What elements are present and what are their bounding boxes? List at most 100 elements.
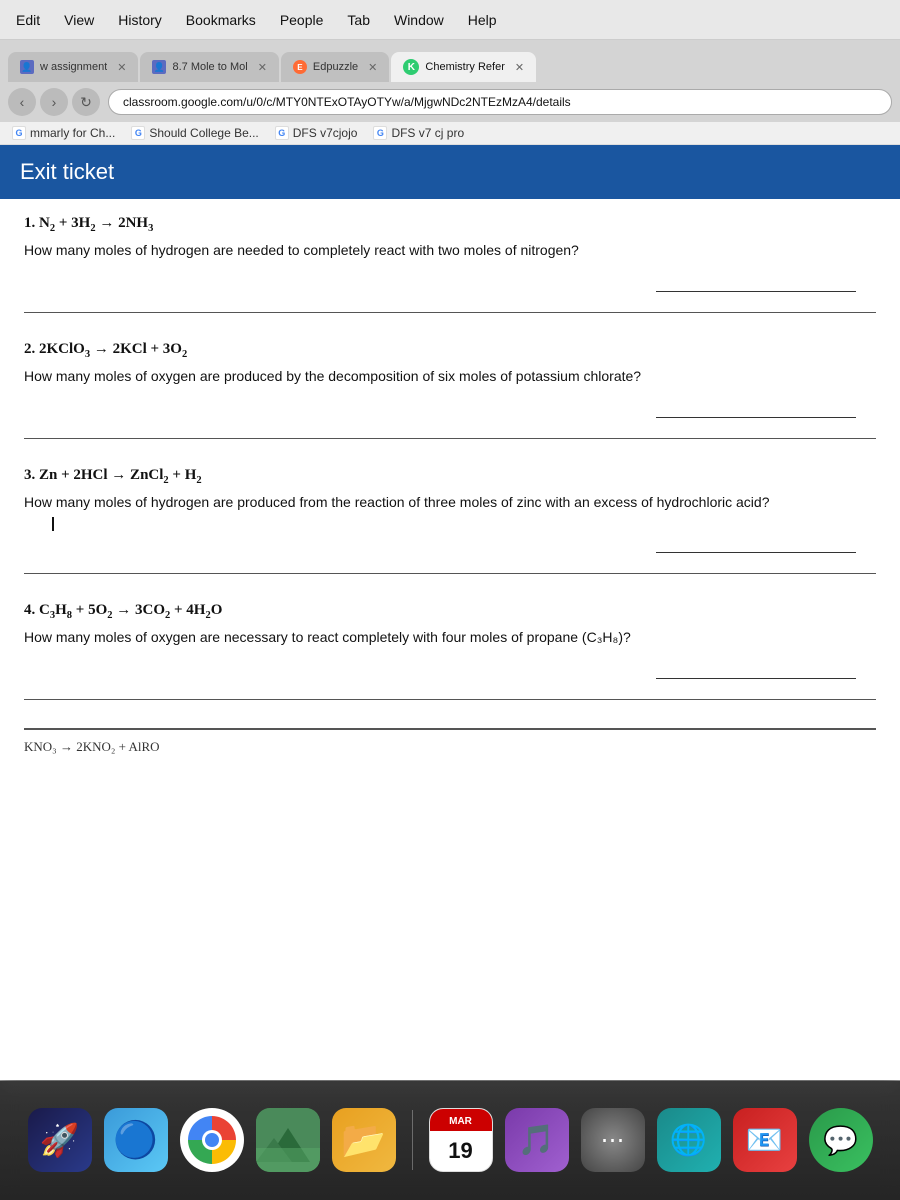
- bookmark1-favicon: G: [12, 126, 26, 140]
- menu-people[interactable]: People: [280, 12, 324, 28]
- menu-window[interactable]: Window: [394, 12, 444, 28]
- question4-answer-line: [656, 678, 856, 679]
- back-button[interactable]: ‹: [8, 88, 36, 116]
- green-app-icon: 💬: [823, 1124, 858, 1157]
- bookmark4-favicon: G: [373, 126, 387, 140]
- cursor-indicator: [52, 517, 54, 531]
- tab3-favicon: E: [293, 60, 307, 74]
- tab3-close[interactable]: ✕: [368, 61, 377, 74]
- menu-help[interactable]: Help: [468, 12, 497, 28]
- dock-purple-app[interactable]: 🎵: [505, 1108, 569, 1172]
- tab1-close[interactable]: ✕: [117, 61, 126, 74]
- question1-number: 1.: [24, 215, 35, 231]
- question3-header: 3. Zn + 2HCl → ZnCl2 + H2: [24, 467, 876, 486]
- dock-red-app[interactable]: 📧: [733, 1108, 797, 1172]
- tab2-label: 8.7 Mole to Mol: [172, 61, 247, 73]
- exit-ticket-title: Exit ticket: [20, 159, 114, 184]
- dock-blue-app[interactable]: 🌐: [657, 1108, 721, 1172]
- refresh-button[interactable]: ↻: [72, 88, 100, 116]
- partial-equation: KNO₃ → 2KNO₂ + AlRO: [24, 739, 160, 754]
- bookmark-4[interactable]: G DFS v7 cj pro: [373, 126, 464, 140]
- address-bar-area: ‹ › ↻ classroom.google.com/u/0/c/MTY0NTE…: [0, 82, 900, 122]
- tab-chemistry[interactable]: K Chemistry Refer ✕: [391, 52, 536, 82]
- launchpad-icon: 🚀: [40, 1121, 80, 1159]
- questions-area: 1. N2 + 3H2 → 2NH3 How many moles of hyd…: [0, 199, 900, 772]
- dock-green-app[interactable]: 💬: [809, 1108, 873, 1172]
- chrome-ring-icon: [188, 1116, 236, 1164]
- purple-app-icon: 🎵: [518, 1123, 555, 1158]
- tab-bar: 👤 w assignment ✕ 👤 8.7 Mole to Mol ✕ E E…: [8, 46, 892, 82]
- dock-dots[interactable]: ⋯: [581, 1108, 645, 1172]
- tab-edpuzzle[interactable]: E Edpuzzle ✕: [281, 52, 389, 82]
- dock-mountain[interactable]: [256, 1108, 320, 1172]
- dots-icon: ⋯: [601, 1126, 625, 1155]
- dock-finder[interactable]: 🔵: [104, 1108, 168, 1172]
- dock-folder[interactable]: 📂: [332, 1108, 396, 1172]
- dock-calendar[interactable]: MAR 19: [429, 1108, 493, 1172]
- menu-bookmarks[interactable]: Bookmarks: [186, 12, 256, 28]
- question1-header: 1. N2 + 3H2 → 2NH3: [24, 215, 876, 234]
- calendar-day: 19: [448, 1131, 472, 1171]
- partial-equation-area: KNO₃ → 2KNO₂ + AlRO: [24, 728, 876, 756]
- bookmark-3[interactable]: G DFS v7cjojo: [275, 126, 358, 140]
- menu-bar: Edit View History Bookmarks People Tab W…: [0, 0, 900, 40]
- bookmarks-bar: G mmarly for Ch... G Should College Be..…: [0, 122, 900, 145]
- bookmark3-label: DFS v7cjojo: [293, 126, 358, 140]
- tab4-label: Chemistry Refer: [425, 61, 504, 73]
- bookmark4-label: DFS v7 cj pro: [391, 126, 464, 140]
- bookmark3-favicon: G: [275, 126, 289, 140]
- question4-header: 4. C3H8 + 5O2 → 3CO2 + 4H2O: [24, 602, 876, 621]
- dock-chrome[interactable]: [180, 1108, 244, 1172]
- address-bar[interactable]: classroom.google.com/u/0/c/MTY0NTExOTAyO…: [108, 89, 892, 115]
- bookmark2-favicon: G: [131, 126, 145, 140]
- tab1-label: w assignment: [40, 61, 107, 73]
- exit-ticket-header: Exit ticket: [0, 145, 900, 199]
- question-4: 4. C3H8 + 5O2 → 3CO2 + 4H2O How many mol…: [24, 602, 876, 700]
- question-1: 1. N2 + 3H2 → 2NH3 How many moles of hyd…: [24, 215, 876, 313]
- tab4-favicon: K: [403, 59, 419, 75]
- question2-header: 2. 2KClO3 → 2KCl + 3O2: [24, 341, 876, 360]
- bookmark-1[interactable]: G mmarly for Ch...: [12, 126, 115, 140]
- question1-answer-line: [656, 291, 856, 292]
- question3-number: 3.: [24, 467, 35, 483]
- forward-button[interactable]: ›: [40, 88, 68, 116]
- bookmark2-label: Should College Be...: [149, 126, 258, 140]
- tab1-favicon: 👤: [20, 60, 34, 74]
- question1-text: How many moles of hydrogen are needed to…: [24, 240, 876, 261]
- menu-view[interactable]: View: [64, 12, 94, 28]
- chrome-center: [202, 1130, 222, 1150]
- browser-chrome: 👤 w assignment ✕ 👤 8.7 Mole to Mol ✕ E E…: [0, 40, 900, 82]
- tab-mole[interactable]: 👤 8.7 Mole to Mol ✕: [140, 52, 278, 82]
- question2-answer-line: [656, 417, 856, 418]
- page-content: Exit ticket 1. N2 + 3H2 → 2NH3 How many …: [0, 145, 900, 1081]
- nav-buttons: ‹ › ↻: [8, 88, 100, 116]
- tab-assignment[interactable]: 👤 w assignment ✕: [8, 52, 138, 82]
- menu-edit[interactable]: Edit: [16, 12, 40, 28]
- menu-tab[interactable]: Tab: [347, 12, 370, 28]
- question4-text: How many moles of oxygen are necessary t…: [24, 627, 876, 648]
- question2-number: 2.: [24, 341, 35, 357]
- bookmark1-label: mmarly for Ch...: [30, 126, 115, 140]
- question-3: 3. Zn + 2HCl → ZnCl2 + H2 How many moles…: [24, 467, 876, 574]
- finder-icon: 🔵: [113, 1119, 158, 1161]
- tab2-favicon: 👤: [152, 60, 166, 74]
- question3-text: How many moles of hydrogen are produced …: [24, 492, 876, 513]
- blue-app-icon: 🌐: [670, 1123, 707, 1158]
- tab2-close[interactable]: ✕: [258, 61, 267, 74]
- tab3-label: Edpuzzle: [313, 61, 358, 73]
- calendar-month: MAR: [430, 1109, 492, 1131]
- mountain-icon: [256, 1108, 320, 1172]
- folder-icon: 📂: [341, 1119, 386, 1161]
- question2-text: How many moles of oxygen are produced by…: [24, 366, 876, 387]
- dock-launchpad[interactable]: 🚀: [28, 1108, 92, 1172]
- bookmark-2[interactable]: G Should College Be...: [131, 126, 258, 140]
- tab4-close[interactable]: ✕: [515, 61, 524, 74]
- dock-separator: [412, 1110, 413, 1170]
- question4-number: 4.: [24, 602, 35, 618]
- menu-history[interactable]: History: [118, 12, 162, 28]
- dock: 🚀 🔵 📂 MAR 19 🎵: [0, 1080, 900, 1200]
- chrome-dot: [205, 1133, 219, 1147]
- question-2: 2. 2KClO3 → 2KCl + 3O2 How many moles of…: [24, 341, 876, 439]
- red-app-icon: 📧: [746, 1123, 783, 1158]
- question3-answer-line: [656, 552, 856, 553]
